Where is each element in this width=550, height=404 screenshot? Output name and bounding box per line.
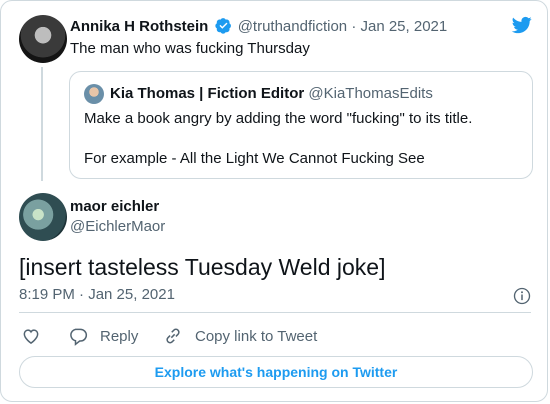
parent-author-handle[interactable]: @truthandfiction: [238, 18, 347, 35]
separator-dot: ·: [351, 18, 357, 35]
tweet-embed-card: Annika H Rothstein @truthandfiction · Ja…: [0, 0, 548, 402]
reply-label: Reply: [100, 327, 139, 345]
parent-author-name[interactable]: Annika H Rothstein: [70, 18, 208, 35]
link-icon: [166, 328, 180, 344]
twitter-bird-icon[interactable]: [511, 15, 533, 35]
quote-author-name: Kia Thomas | Fiction Editor: [110, 85, 305, 102]
author-avatar[interactable]: [19, 193, 67, 241]
parent-avatar[interactable]: [19, 15, 67, 63]
explore-twitter-button[interactable]: Explore what's happening on Twitter: [19, 356, 533, 388]
heart-icon: [23, 329, 39, 344]
reply-bubble-icon: [70, 328, 88, 346]
quote-text-line2: For example - All the Light We Cannot Fu…: [84, 150, 425, 167]
thread-connector-line: [41, 67, 43, 181]
quote-avatar: [84, 84, 104, 104]
quoted-tweet[interactable]: Kia Thomas | Fiction Editor @KiaThomasEd…: [69, 71, 533, 179]
reply-button[interactable]: Reply: [68, 325, 138, 347]
explore-label: Explore what's happening on Twitter: [154, 364, 398, 380]
parent-date[interactable]: Jan 25, 2021: [360, 18, 447, 35]
tweet-text: [insert tasteless Tuesday Weld joke]: [19, 254, 386, 280]
quote-header: Kia Thomas | Fiction Editor @KiaThomasEd…: [110, 84, 433, 104]
copy-link-button[interactable]: Copy link to Tweet: [163, 325, 317, 347]
verified-badge-icon: [214, 18, 231, 34]
quote-author-handle: @KiaThomasEdits: [308, 85, 433, 102]
like-button[interactable]: [21, 325, 53, 347]
divider: [19, 312, 531, 313]
parent-tweet-header: Annika H Rothstein @truthandfiction · Ja…: [70, 17, 447, 37]
parent-tweet-text: The man who was fucking Thursday: [70, 40, 310, 57]
author-name[interactable]: maor eichler: [70, 197, 159, 217]
quote-text-line1: Make a book angry by adding the word "fu…: [84, 110, 473, 127]
author-handle[interactable]: @EichlerMaor: [70, 217, 165, 237]
tweet-timestamp[interactable]: 8:19 PM · Jan 25, 2021: [19, 285, 175, 305]
info-icon[interactable]: [513, 287, 531, 305]
copy-link-label: Copy link to Tweet: [195, 327, 318, 345]
